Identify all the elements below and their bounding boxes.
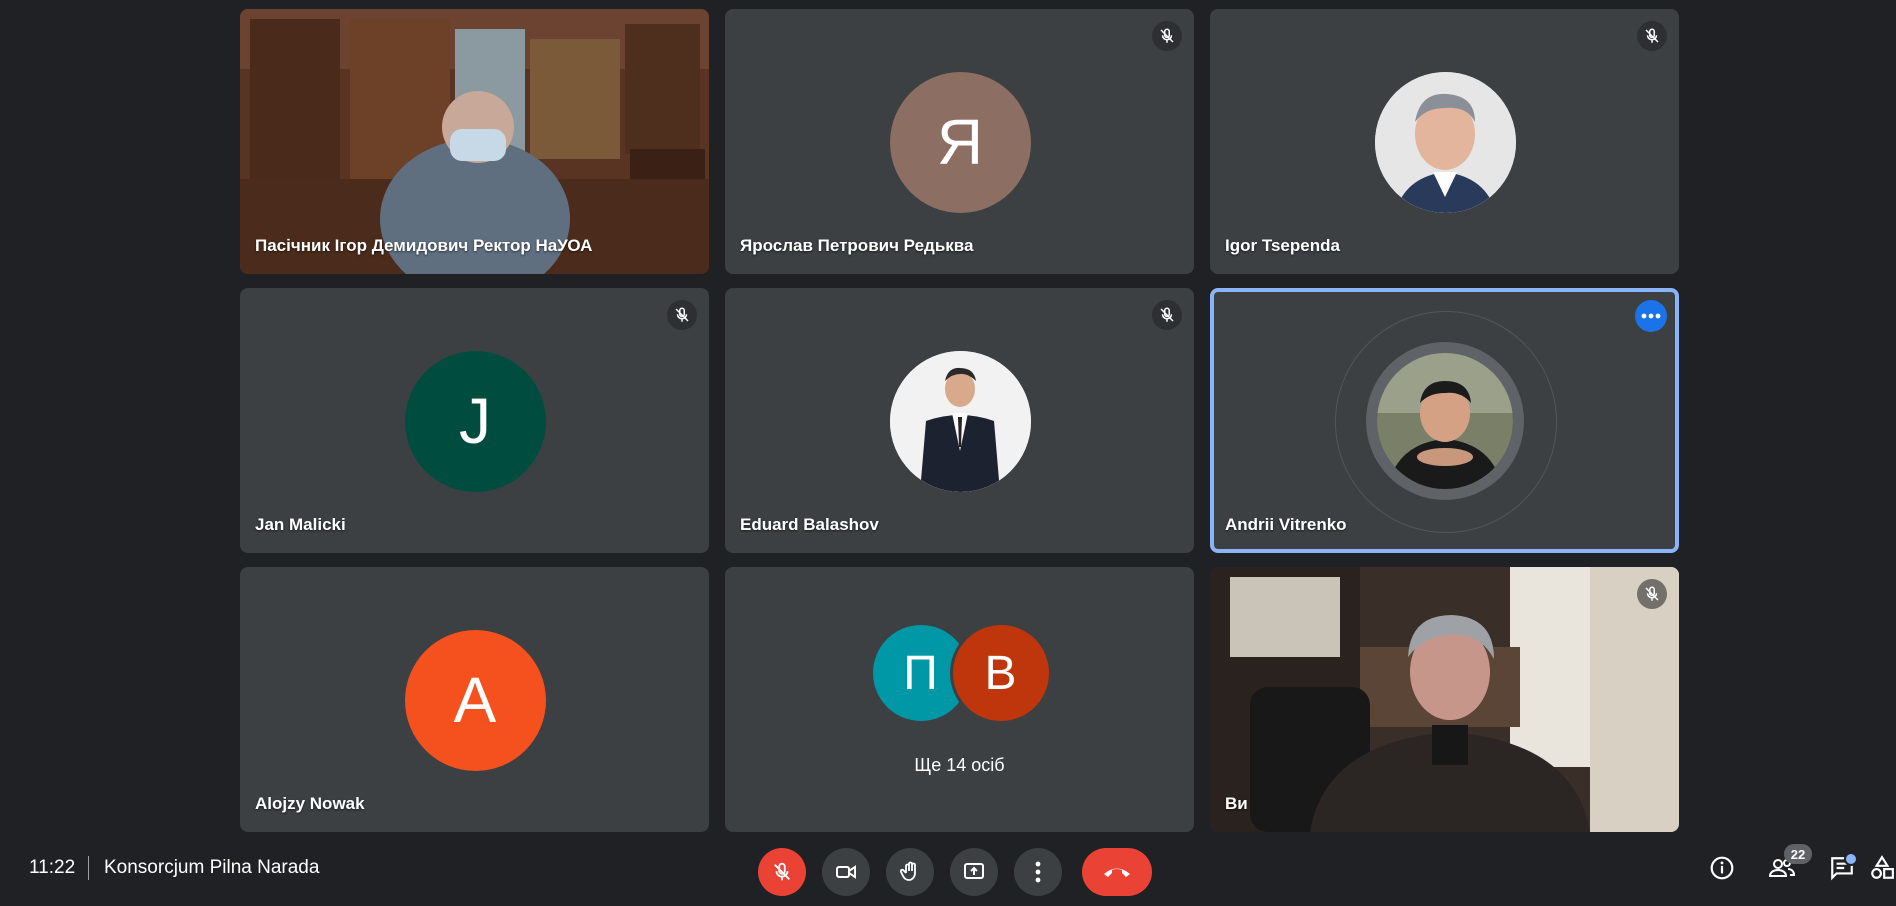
participant-count-badge: 22 xyxy=(1784,844,1812,864)
toggle-camera-button[interactable] xyxy=(822,848,870,896)
avatar: Я xyxy=(889,71,1031,213)
avatar-photo xyxy=(1376,352,1513,489)
participant-name: Andrii Vitrenko xyxy=(1225,515,1347,534)
people-button[interactable]: 22 xyxy=(1762,844,1812,888)
avatar: A xyxy=(404,629,546,771)
participant-name: Jan Malicki xyxy=(255,515,346,534)
participant-name: Ви xyxy=(1225,794,1248,813)
others-count-label: Ще 14 осіб xyxy=(914,755,1005,775)
participant-tile-active[interactable]: Andrii Vitrenko xyxy=(1210,288,1679,553)
unread-indicator xyxy=(1844,852,1858,866)
videocam-icon xyxy=(836,865,856,879)
info-icon xyxy=(1710,856,1734,880)
leave-call-button[interactable] xyxy=(1082,848,1152,896)
participant-tile[interactable]: Eduard Balashov xyxy=(725,288,1194,553)
more-horiz-icon xyxy=(1641,313,1661,319)
present-screen-button[interactable] xyxy=(950,848,998,896)
participant-tile[interactable]: Я Ярослав Петрович Редьква xyxy=(725,9,1194,274)
others-avatars: П В xyxy=(869,622,1052,724)
participant-tile[interactable]: J Jan Malicki xyxy=(240,288,709,553)
meeting-details-button[interactable] xyxy=(1702,848,1742,888)
participant-tile[interactable]: A Alojzy Nowak xyxy=(240,567,709,832)
divider xyxy=(88,856,89,880)
more-options-button[interactable] xyxy=(1635,300,1667,332)
toggle-mic-button[interactable] xyxy=(758,848,806,896)
raise-hand-button[interactable] xyxy=(886,848,934,896)
activities-icon xyxy=(1871,855,1894,879)
avatar-photo xyxy=(889,350,1031,492)
participant-name: Igor Tsependa xyxy=(1225,236,1340,255)
participant-tile[interactable]: Igor Tsependa xyxy=(1210,9,1679,274)
mic-off-icon xyxy=(1637,21,1667,51)
participant-tile[interactable]: Пасічник Ігор Демидович Ректор НаУОА xyxy=(240,9,709,274)
more-vert-icon xyxy=(1035,861,1041,883)
mic-off-icon xyxy=(774,862,790,881)
participant-name: Eduard Balashov xyxy=(740,515,879,534)
activities-button[interactable] xyxy=(1862,848,1896,888)
meeting-name: Konsorcjum Pilna Narada xyxy=(104,857,320,878)
mic-off-icon xyxy=(1152,300,1182,330)
participant-name: Ярослав Петрович Редьква xyxy=(740,236,974,255)
avatar-photo xyxy=(1374,71,1516,213)
self-video xyxy=(1210,567,1679,832)
participant-name: Alojzy Nowak xyxy=(255,794,365,813)
avatar: J xyxy=(404,350,546,492)
raise-hand-icon xyxy=(899,861,916,881)
present-screen-icon xyxy=(964,863,984,879)
call-end-icon xyxy=(1104,868,1130,877)
participant-name: Пасічник Ігор Демидович Ректор НаУОА xyxy=(255,236,593,255)
more-options-button[interactable] xyxy=(1014,848,1062,896)
avatar: В xyxy=(949,622,1052,724)
participant-video xyxy=(240,9,709,274)
chat-button[interactable] xyxy=(1822,848,1862,888)
mic-off-icon xyxy=(1152,21,1182,51)
others-tile[interactable]: П В Ще 14 осіб xyxy=(725,567,1194,832)
bottom-bar: 11:22 Konsorcjum Pilna Narada 22 xyxy=(0,832,1896,906)
self-tile[interactable]: Ви xyxy=(1210,567,1679,832)
mic-off-icon xyxy=(667,300,697,330)
video-grid: Пасічник Ігор Демидович Ректор НаУОА Я Я… xyxy=(240,9,1679,832)
meeting-time: 11:22 xyxy=(29,857,76,878)
mic-off-icon xyxy=(1637,579,1667,609)
